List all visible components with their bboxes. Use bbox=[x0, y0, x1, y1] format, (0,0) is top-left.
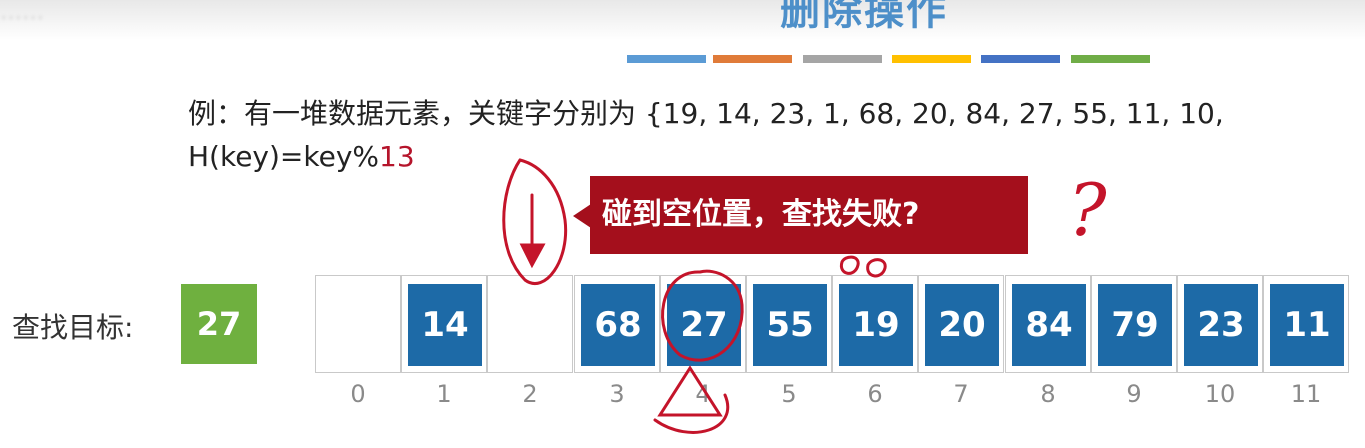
ink-arrow-loop bbox=[502, 158, 568, 285]
slot-index: 11 bbox=[1290, 380, 1322, 408]
slot-value: 11 bbox=[1270, 284, 1344, 366]
slot-value: 27 bbox=[667, 284, 741, 366]
slot-value: 23 bbox=[1184, 284, 1258, 366]
table-slot: 68 bbox=[574, 275, 660, 373]
hash-function: H(key)=key%13 bbox=[188, 140, 415, 173]
color-bar bbox=[627, 55, 706, 63]
table-slot: 27 bbox=[660, 275, 746, 373]
slot-index: 7 bbox=[953, 380, 969, 408]
callout-pointer bbox=[573, 204, 591, 228]
slot-index: 4 bbox=[695, 380, 711, 408]
example-text: 例：有一堆数据元素，关键字分别为 {19, 14, 23, 1, 68, 20,… bbox=[188, 97, 1224, 130]
ink-small-loops bbox=[839, 255, 887, 278]
slot-index: 5 bbox=[781, 380, 797, 408]
table-slot: 79 bbox=[1091, 275, 1177, 373]
ink-question-mark: ? bbox=[1068, 168, 1107, 252]
slot-index: 0 bbox=[350, 380, 366, 408]
search-target-label: 查找目标: bbox=[12, 311, 134, 344]
slot-value: 68 bbox=[581, 284, 655, 366]
slot-index: 2 bbox=[522, 380, 538, 408]
table-slot: 23 bbox=[1177, 275, 1263, 373]
slot-value: 19 bbox=[839, 284, 913, 366]
slot-value: 79 bbox=[1098, 284, 1172, 366]
color-bar bbox=[892, 55, 971, 63]
color-bar bbox=[713, 55, 792, 63]
table-slot: 55 bbox=[746, 275, 832, 373]
slot-value: 14 bbox=[408, 284, 482, 366]
slot-index: 10 bbox=[1204, 380, 1236, 408]
slot-index: 6 bbox=[867, 380, 883, 408]
slide-title: 删除操作 bbox=[780, 0, 948, 34]
table-slot: 20 bbox=[918, 275, 1004, 373]
slot-value: 84 bbox=[1012, 284, 1086, 366]
slot-index: 3 bbox=[609, 380, 625, 408]
slot-value: 20 bbox=[925, 284, 999, 366]
color-bar bbox=[981, 55, 1060, 63]
callout-box: 碰到空位置，查找失败? bbox=[590, 176, 1028, 254]
table-slot: 14 bbox=[401, 275, 487, 373]
table-slot bbox=[487, 275, 573, 373]
color-bar bbox=[1071, 55, 1150, 63]
slot-index: 9 bbox=[1126, 380, 1142, 408]
faded-header-text: …… bbox=[0, 0, 44, 25]
table-slot: 84 bbox=[1005, 275, 1091, 373]
table-slot bbox=[315, 275, 401, 373]
color-bar bbox=[803, 55, 882, 63]
table-slot: 11 bbox=[1263, 275, 1349, 373]
hash-modulus: 13 bbox=[379, 140, 415, 173]
slot-value: 55 bbox=[753, 284, 827, 366]
hash-prefix: H(key)=key% bbox=[188, 140, 379, 173]
search-target-value: 27 bbox=[181, 284, 257, 364]
top-band bbox=[0, 0, 1365, 40]
slot-index: 8 bbox=[1040, 380, 1056, 408]
slot-index: 1 bbox=[436, 380, 452, 408]
ink-arrow-head bbox=[519, 243, 546, 269]
table-slot: 19 bbox=[832, 275, 918, 373]
